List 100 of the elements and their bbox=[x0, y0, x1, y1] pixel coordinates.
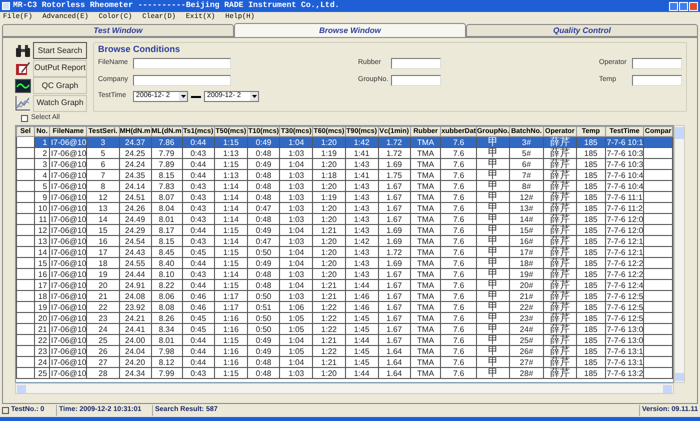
input-field[interactable] bbox=[133, 58, 231, 69]
table-cell: 21# bbox=[510, 290, 544, 302]
input-field[interactable] bbox=[391, 58, 441, 69]
table-cell: 0:49 bbox=[247, 224, 280, 236]
table-row[interactable]: 5 I7-06@10 8 24.14 7.83 0:43 1:14 0:48 1:03 1:20 1:43 1.67 TMA 7.6 甲 8# 薛芹 185 7-7-6 10:4 bbox=[16, 180, 672, 192]
table-cell: 0:49 bbox=[247, 158, 280, 170]
action-button[interactable]: OutPut Report bbox=[33, 60, 87, 77]
table-row[interactable]: 14 I7-06@10 17 24.43 8.45 0:45 1:15 0:50 1:04 1:20 1:43 1.72 TMA 7.6 甲 17# 薛芹 185 7-7-6 12:1 bbox=[16, 246, 672, 258]
action-button[interactable]: Watch Graph bbox=[33, 94, 87, 112]
table-cell: 甲 bbox=[476, 236, 510, 246]
input-field[interactable] bbox=[391, 75, 441, 86]
table-row[interactable]: 9 I7-06@10 12 24.51 8.07 0:43 1:14 0:48 1:03 1:19 1:43 1.67 TMA 7.6 甲 12# 薛芹 185 7-7-6 11:1 bbox=[16, 192, 672, 202]
table-cell: TMA bbox=[410, 334, 441, 346]
table-cell: 0:43 bbox=[182, 368, 215, 378]
table-cell: 0:48 bbox=[247, 192, 280, 202]
table-cell: 1:41 bbox=[345, 148, 378, 158]
table-cell: 12 bbox=[34, 224, 50, 236]
table-cell: 1:03 bbox=[280, 368, 313, 378]
table-cell: 1:13 bbox=[214, 170, 248, 180]
table-cell: 甲 bbox=[476, 324, 510, 334]
checkbox[interactable] bbox=[21, 114, 28, 122]
table-cell: I7-06@10 bbox=[50, 268, 87, 280]
table-cell: 185 bbox=[576, 170, 606, 180]
table-cell: 1:20 bbox=[312, 268, 346, 280]
maximize-button[interactable] bbox=[679, 2, 688, 10]
table-cell: 24.41 bbox=[119, 324, 152, 334]
table-cell: 甲 bbox=[476, 148, 510, 158]
table-cell: 7.6 bbox=[440, 280, 476, 290]
table-cell: 甲 bbox=[476, 246, 510, 258]
table-cell: 185 bbox=[576, 280, 606, 290]
action-button[interactable]: QC Graph bbox=[33, 77, 87, 94]
table-cell: 24.20 bbox=[119, 356, 152, 368]
table-cell: 1:43 bbox=[345, 180, 378, 192]
table-row[interactable]: 19 I7-06@10 22 23.92 8.08 0:46 1:17 0:51 1:06 1:22 1:46 1.67 TMA 7.6 甲 22# 薛芹 185 7-7-6 12:5 bbox=[16, 302, 672, 312]
minimize-button[interactable] bbox=[669, 2, 678, 10]
table-cell: 7-7-6 12:1 bbox=[605, 246, 644, 258]
table-cell: 甲 bbox=[476, 214, 510, 224]
table-cell: 7-7-6 13:0 bbox=[605, 324, 644, 334]
table-cell: 薛芹 bbox=[543, 368, 576, 378]
table-row[interactable]: 22 I7-06@10 25 24.00 8.01 0:44 1:15 0:49 1:04 1:21 1:44 1.67 TMA 7.6 甲 25# 薛芹 185 7-7-6 13:0 bbox=[16, 334, 672, 346]
table-cell: 8.12 bbox=[151, 356, 182, 368]
table-row[interactable]: 13 I7-06@10 16 24.54 8.15 0:43 1:14 0:47 1:03 1:20 1:42 1.69 TMA 7.6 甲 16# 薛芹 185 7-7-6 12:1 bbox=[16, 236, 672, 246]
table-row[interactable]: 2 I7-06@10 5 24.25 7.79 0:43 1:13 0:48 1:03 1:19 1:41 1.72 TMA 7.6 甲 5# 薛芹 185 7-7-6 10:3 bbox=[16, 148, 672, 158]
table-row[interactable]: 10 I7-06@10 13 24.26 8.04 0:43 1:14 0:47 1:03 1:20 1:43 1.67 TMA 7.6 甲 13# 薛芹 185 7-7-6 11:2 bbox=[16, 202, 672, 214]
table-row[interactable]: 24 I7-06@10 27 24.20 8.12 0:44 1:16 0:48 1:04 1:21 1:45 1.64 TMA 7.6 甲 27# 薛芹 185 7-7-6 13:1 bbox=[16, 356, 672, 368]
tab[interactable]: Quality Control bbox=[466, 24, 698, 37]
table-row[interactable]: 16 I7-06@10 19 24.44 8.10 0:43 1:14 0:48 1:03 1:20 1:43 1.67 TMA 7.6 甲 19# 薛芹 185 7-7-6 12:2 bbox=[16, 268, 672, 280]
table-cell: 8.17 bbox=[151, 224, 182, 236]
table-row[interactable]: 12 I7-06@10 15 24.29 8.17 0:44 1:15 0:49 1:04 1:21 1:43 1.69 TMA 7.6 甲 15# 薛芹 185 7-7-6 12:0 bbox=[16, 224, 672, 236]
table-row[interactable]: 18 I7-06@10 21 24.08 8.06 0:46 1:17 0:50 1:03 1:21 1:46 1.67 TMA 7.6 甲 21# 薛芹 185 7-7-6 12:5 bbox=[16, 290, 672, 302]
action-button[interactable]: Start Search bbox=[33, 42, 87, 60]
tab[interactable]: Test Window bbox=[2, 24, 234, 37]
table-cell: TMA bbox=[410, 280, 441, 290]
table-cell: 1:42 bbox=[345, 236, 378, 246]
table-cell: 7 bbox=[86, 170, 120, 180]
table-cell: 1:14 bbox=[214, 214, 248, 224]
scroll-thumb[interactable] bbox=[675, 127, 684, 139]
input-field[interactable] bbox=[632, 58, 682, 69]
table-cell: 26# bbox=[510, 346, 544, 356]
table-cell: 0:45 bbox=[182, 246, 215, 258]
table-cell: 24.49 bbox=[119, 214, 152, 224]
table-cell: 1:20 bbox=[312, 158, 346, 170]
table-row[interactable]: 11 I7-06@10 14 24.49 8.01 0:43 1:14 0:48 1:03 1:20 1:43 1.67 TMA 7.6 甲 14# 薛芹 185 7-7-6 12:0 bbox=[16, 214, 672, 224]
table-row[interactable]: 20 I7-06@10 23 24.21 8.26 0:45 1:16 0:50 1:05 1:22 1:45 1.67 TMA 7.6 甲 23# 薛芹 185 7-7-6 12:5 bbox=[16, 312, 672, 324]
table-cell: 21 bbox=[86, 290, 120, 302]
table-cell: TMA bbox=[410, 290, 441, 302]
table-cell: TMA bbox=[410, 246, 441, 258]
table-row[interactable]: 15 I7-06@10 18 24.55 8.40 0:44 1:15 0:49 1:04 1:20 1:43 1.69 TMA 7.6 甲 18# 薛芹 185 7-7-6 12:2 bbox=[16, 258, 672, 268]
table-cell: 薛芹 bbox=[543, 224, 576, 236]
vertical-scrollbar[interactable] bbox=[674, 125, 685, 383]
app-icon bbox=[2, 2, 10, 10]
table-cell: 1.67 bbox=[378, 202, 410, 214]
table-row[interactable]: 25 I7-06@10 28 24.34 7.99 0:43 1:15 0:48 1:03 1:20 1:44 1.64 TMA 7.6 甲 28# 薛芹 185 7-7-6 13:2 bbox=[16, 368, 672, 378]
table-cell: 1:41 bbox=[345, 170, 378, 180]
tab[interactable]: Browse Window bbox=[234, 23, 466, 37]
table-cell: 185 bbox=[576, 334, 606, 346]
close-button[interactable] bbox=[689, 2, 698, 10]
table-cell: 15 bbox=[86, 224, 120, 236]
table-row[interactable]: 23 I7-06@10 26 24.04 7.98 0:44 1:16 0:49 1:05 1:22 1:45 1.64 TMA 7.6 甲 26# 薛芹 185 7-7-6 13:1 bbox=[16, 346, 672, 356]
table-cell: TMA bbox=[410, 312, 441, 324]
table-cell: 1:18 bbox=[312, 170, 346, 180]
input-field[interactable] bbox=[632, 75, 682, 86]
table-cell: 185 bbox=[576, 148, 606, 158]
table-cell: 28# bbox=[510, 368, 544, 378]
table-cell: 23 bbox=[34, 346, 50, 356]
table-cell: 185 bbox=[576, 214, 606, 224]
table-cell: 1:14 bbox=[214, 202, 248, 214]
table-cell: TMA bbox=[410, 148, 441, 158]
table-cell: 185 bbox=[576, 192, 606, 202]
table-cell: 17 bbox=[86, 246, 120, 258]
table-row[interactable]: 3 I7-06@10 6 24.24 7.89 0:44 1:15 0:49 1:04 1:20 1:43 1.69 TMA 7.6 甲 6# 薛芹 185 7-7-6 10:3 bbox=[16, 158, 672, 170]
table-row[interactable]: 4 I7-06@10 7 24.35 8.15 0:44 1:13 0:48 1:03 1:18 1:41 1.75 TMA 7.6 甲 7# 薛芹 185 7-7-6 10:4 bbox=[16, 170, 672, 180]
input-field[interactable] bbox=[133, 75, 231, 86]
table-cell: 0:50 bbox=[247, 246, 280, 258]
table-row[interactable]: 1 I7-06@10 3 24.37 7.86 0:44 1:15 0:49 1:04 1:20 1:42 1.72 TMA 7.6 甲 3# 薛芹 185 7-7-6 10:1 bbox=[16, 136, 672, 148]
table-row[interactable]: 17 I7-06@10 20 24.91 8.22 0:44 1:15 0:48 1:04 1:21 1:44 1.67 TMA 7.6 甲 20# 薛芹 185 7-7-6 12:4 bbox=[16, 280, 672, 290]
table-cell: I7-06@10 bbox=[50, 356, 87, 368]
table-cell: 薛芹 bbox=[543, 202, 576, 214]
table-row[interactable]: 21 I7-06@10 24 24.41 8.34 0:45 1:16 0:50 1:05 1:22 1:45 1.67 TMA 7.6 甲 24# 薛芹 185 7-7-6 13:0 bbox=[16, 324, 672, 334]
table-cell: 1.67 bbox=[378, 312, 410, 324]
